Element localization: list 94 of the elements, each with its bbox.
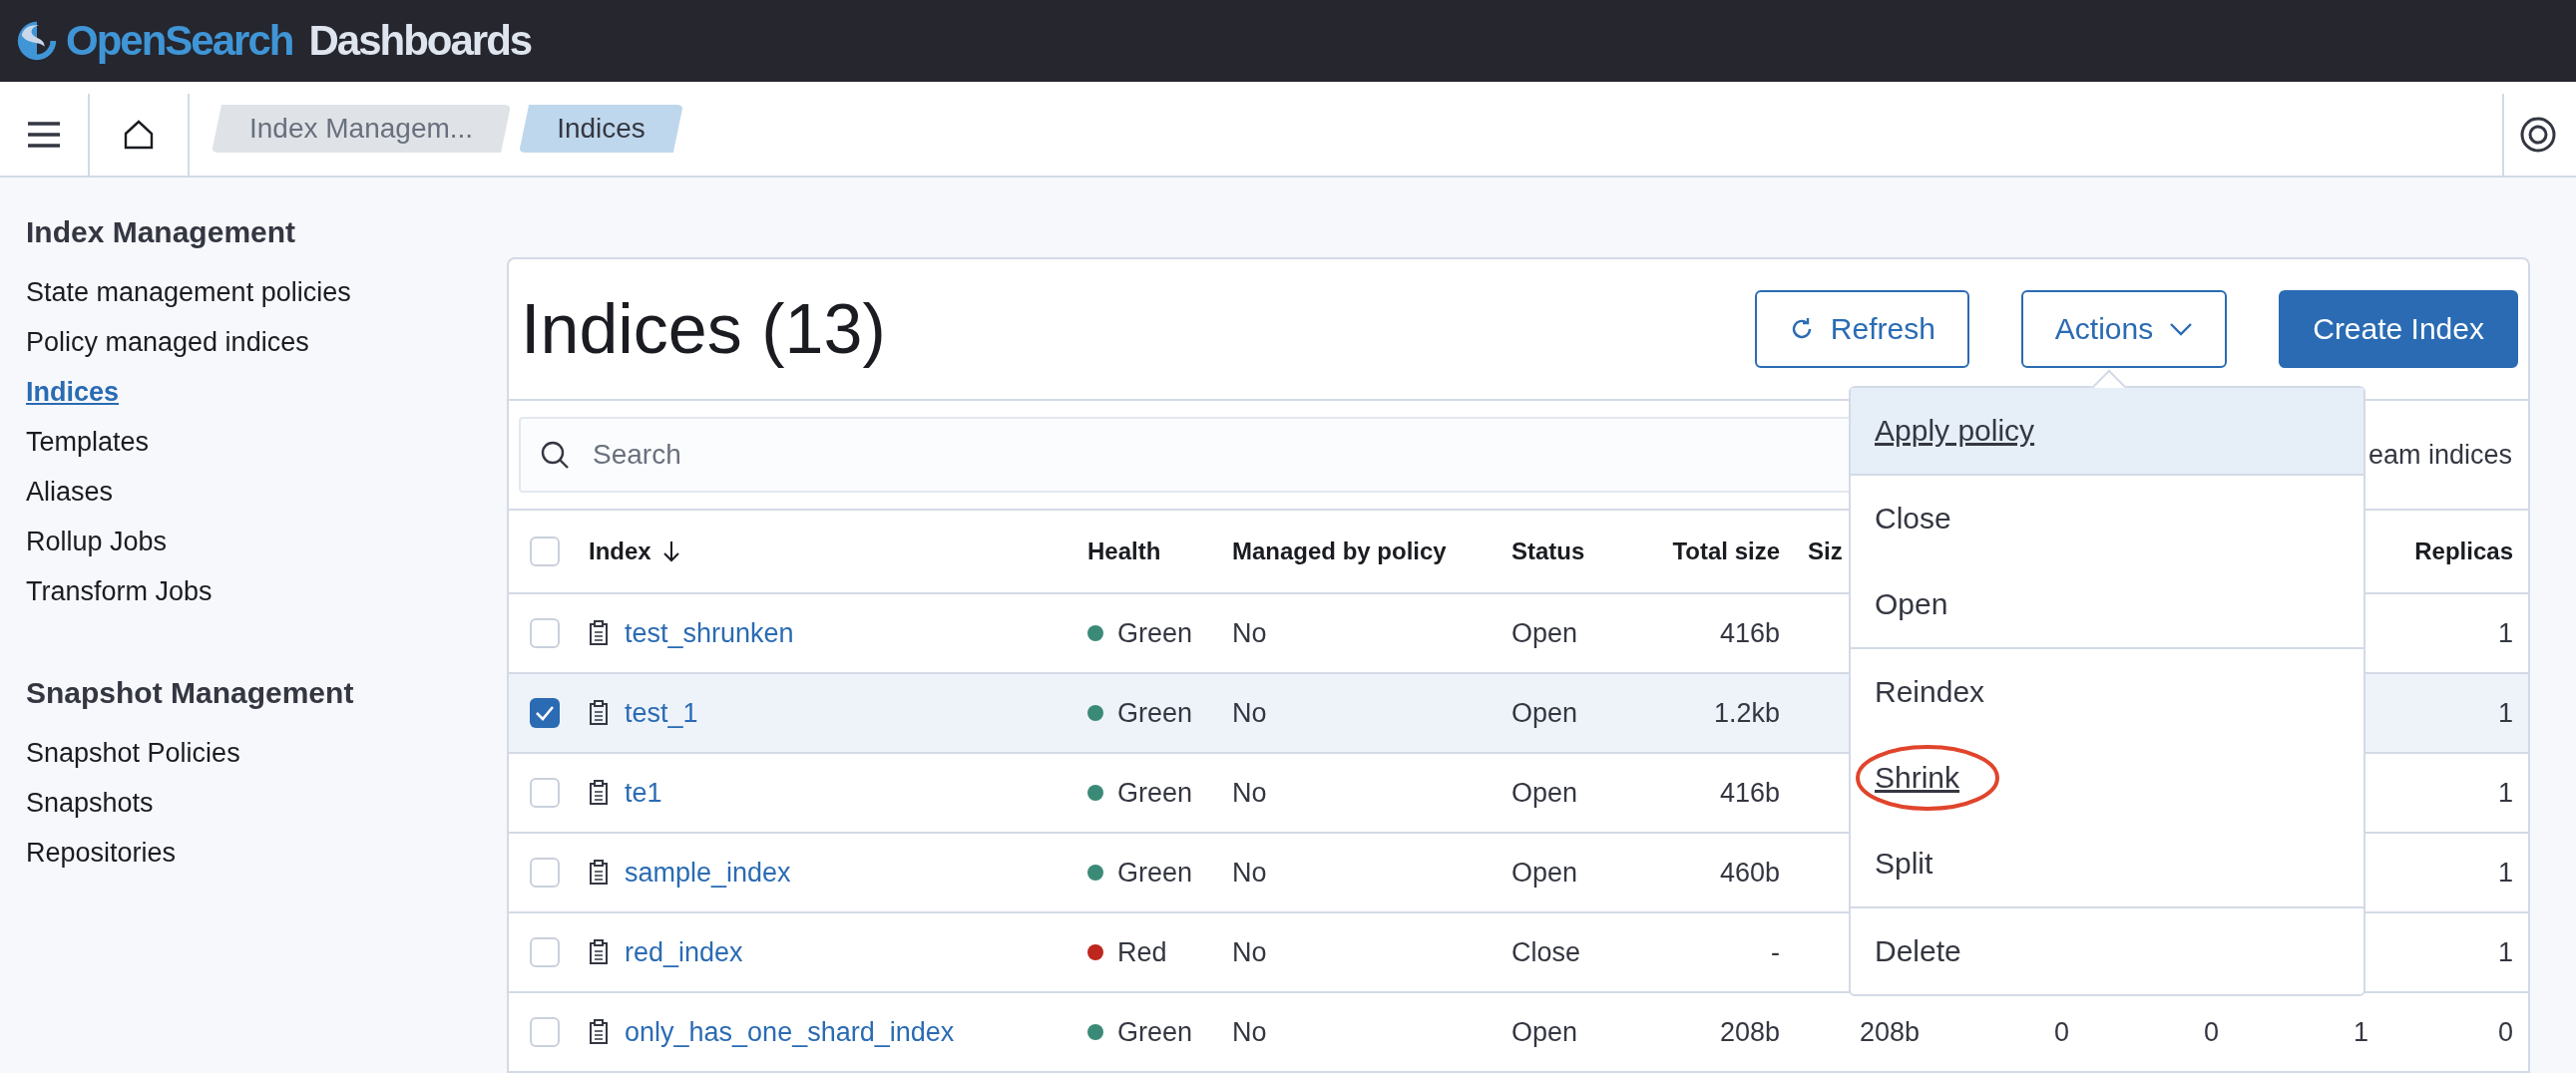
table-cell: 0 bbox=[2053, 1016, 2069, 1048]
table-cell: No bbox=[1232, 857, 1267, 889]
table-cell: Green bbox=[1117, 617, 1193, 649]
sidebar-item[interactable]: Snapshot Policies bbox=[26, 728, 507, 778]
table-cell: 460b bbox=[1719, 857, 1780, 889]
table-cell: 1 bbox=[2497, 697, 2513, 729]
table-cell: 1 bbox=[2497, 617, 2513, 649]
index-link[interactable]: red_index bbox=[625, 936, 743, 968]
table-cell: Open bbox=[1511, 777, 1578, 809]
table-cell: 0 bbox=[2497, 1016, 2513, 1048]
sidebar-item[interactable]: Templates bbox=[26, 417, 507, 467]
row-checkbox[interactable] bbox=[530, 858, 560, 888]
table-cell: - bbox=[1771, 936, 1780, 968]
sidebar-item[interactable]: Aliases bbox=[26, 467, 507, 517]
table-cell: No bbox=[1232, 1016, 1267, 1048]
table-cell: 1 bbox=[2497, 936, 2513, 968]
index-link[interactable]: test_1 bbox=[625, 697, 698, 729]
row-checkbox[interactable] bbox=[530, 937, 560, 967]
sidebar-item[interactable]: Rollup Jobs bbox=[26, 517, 507, 566]
table-cell: Open bbox=[1511, 697, 1578, 729]
table-cell: No bbox=[1232, 697, 1267, 729]
table-cell: Open bbox=[1511, 1016, 1578, 1048]
sidebar-heading: Index Management bbox=[26, 215, 297, 249]
row-checkbox[interactable] bbox=[530, 778, 560, 808]
row-checkbox[interactable] bbox=[530, 698, 560, 728]
select-all-checkbox[interactable] bbox=[530, 536, 560, 566]
breadcrumb[interactable]: Index Managem... bbox=[212, 105, 512, 153]
column-header[interactable]: Managed by policy bbox=[1232, 537, 1447, 565]
clipboard-icon bbox=[589, 1019, 611, 1045]
table-cell: 208b bbox=[1859, 1016, 1920, 1048]
table-cell: No bbox=[1232, 777, 1267, 809]
index-link[interactable]: te1 bbox=[625, 777, 662, 809]
table-cell: Green bbox=[1117, 777, 1193, 809]
create-index-button[interactable]: Create Index bbox=[2279, 290, 2518, 368]
table-cell: Close bbox=[1511, 936, 1581, 968]
clipboard-icon bbox=[589, 700, 611, 726]
menu-item[interactable]: Split bbox=[1851, 821, 2363, 906]
table-cell: No bbox=[1232, 617, 1267, 649]
table-cell: 1 bbox=[2353, 1016, 2368, 1048]
sidebar-heading: Snapshot Management bbox=[26, 676, 355, 710]
column-header[interactable]: Index bbox=[589, 537, 651, 565]
sidebar-item[interactable]: Repositories bbox=[26, 828, 507, 878]
brand-name: OpenSearch bbox=[66, 17, 293, 65]
column-header[interactable]: Siz bbox=[1808, 537, 1843, 565]
sidebar-item[interactable]: Policy managed indices bbox=[26, 317, 507, 367]
clipboard-icon bbox=[589, 780, 611, 806]
home-icon[interactable] bbox=[123, 119, 155, 151]
table-cell: Red bbox=[1117, 936, 1167, 968]
table-cell: 1 bbox=[2497, 777, 2513, 809]
menu-item[interactable]: Shrink bbox=[1851, 735, 2363, 821]
chevron-down-icon bbox=[2169, 322, 2194, 336]
menu-item[interactable]: Reindex bbox=[1851, 649, 2363, 735]
sidebar-item[interactable]: Indices bbox=[26, 367, 507, 417]
product-name: Dashboards bbox=[308, 17, 532, 65]
table-cell: 1 bbox=[2497, 857, 2513, 889]
sidebar-item[interactable]: Transform Jobs bbox=[26, 566, 507, 616]
breadcrumb[interactable]: Indices bbox=[519, 105, 683, 153]
column-header[interactable]: Total size bbox=[1672, 537, 1780, 565]
menu-item[interactable]: Delete bbox=[1851, 908, 2363, 994]
table-cell: Open bbox=[1511, 617, 1578, 649]
toggle-label: eam indices bbox=[2367, 439, 2512, 471]
page-title: Indices (13) bbox=[521, 289, 887, 369]
row-checkbox[interactable] bbox=[530, 1017, 560, 1047]
help-icon bbox=[2518, 115, 2558, 155]
clipboard-icon bbox=[589, 860, 611, 886]
checkmark-icon bbox=[535, 705, 555, 721]
table-cell: No bbox=[1232, 936, 1267, 968]
menu-item[interactable]: Apply policy bbox=[1851, 388, 2363, 474]
clipboard-icon bbox=[589, 939, 611, 965]
index-link[interactable]: only_has_one_shard_index bbox=[625, 1016, 955, 1048]
table-cell: Green bbox=[1117, 857, 1193, 889]
table-cell: 208b bbox=[1719, 1016, 1780, 1048]
table-cell: Green bbox=[1117, 697, 1193, 729]
table-cell: 416b bbox=[1719, 777, 1780, 809]
index-link[interactable]: test_shrunken bbox=[625, 617, 794, 649]
column-header[interactable]: Health bbox=[1087, 537, 1161, 565]
column-header[interactable]: Status bbox=[1511, 537, 1585, 565]
menu-icon[interactable] bbox=[26, 120, 62, 150]
table-cell: Green bbox=[1117, 1016, 1193, 1048]
search-icon bbox=[539, 439, 571, 471]
sidebar-item[interactable]: Snapshots bbox=[26, 778, 507, 828]
table-cell: 0 bbox=[2203, 1016, 2219, 1048]
actions-button[interactable]: Actions bbox=[2020, 290, 2228, 368]
index-link[interactable]: sample_index bbox=[625, 857, 791, 889]
table-cell: 1.2kb bbox=[1713, 697, 1780, 729]
clipboard-icon bbox=[589, 620, 611, 646]
table-cell: Open bbox=[1511, 857, 1578, 889]
column-header[interactable]: Replicas bbox=[2414, 537, 2513, 565]
table-cell: 416b bbox=[1719, 617, 1780, 649]
refresh-button[interactable]: Refresh bbox=[1754, 290, 1969, 368]
row-checkbox[interactable] bbox=[530, 618, 560, 648]
sidebar-item[interactable]: State management policies bbox=[26, 267, 507, 317]
menu-item[interactable]: Open bbox=[1851, 561, 2363, 647]
sort-arrow-icon bbox=[660, 539, 681, 563]
